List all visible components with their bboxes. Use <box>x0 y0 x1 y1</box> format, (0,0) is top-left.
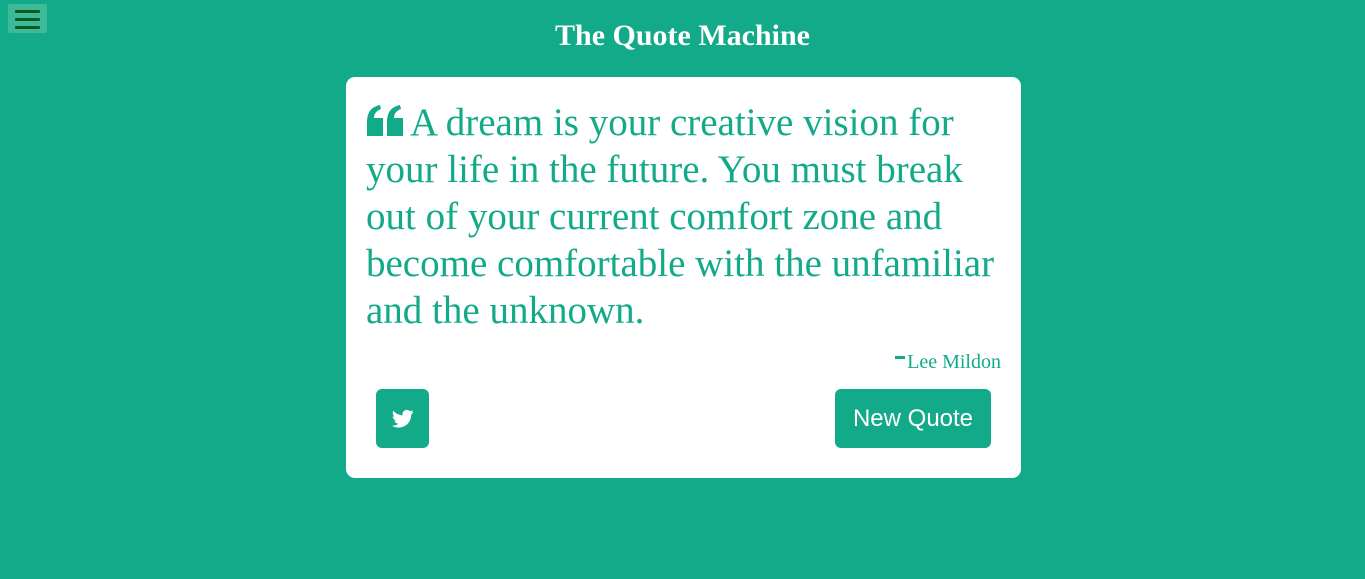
author-dash <box>895 356 906 359</box>
hamburger-menu-icon-bar <box>15 10 40 13</box>
app-title: The Quote Machine <box>555 19 810 52</box>
new-quote-button[interactable]: New Quote <box>835 389 991 448</box>
quote-author: Lee Mildon <box>895 349 1001 375</box>
tweet-button[interactable] <box>376 389 429 448</box>
quote-text: A dream is your creative vision for your… <box>366 101 995 332</box>
quote-text-block: A dream is your creative vision for your… <box>366 99 996 334</box>
twitter-icon <box>391 409 414 428</box>
quote-left-icon <box>367 105 403 136</box>
quote-card: A dream is your creative vision for your… <box>346 77 1021 478</box>
author-name: Lee Mildon <box>907 351 1001 373</box>
